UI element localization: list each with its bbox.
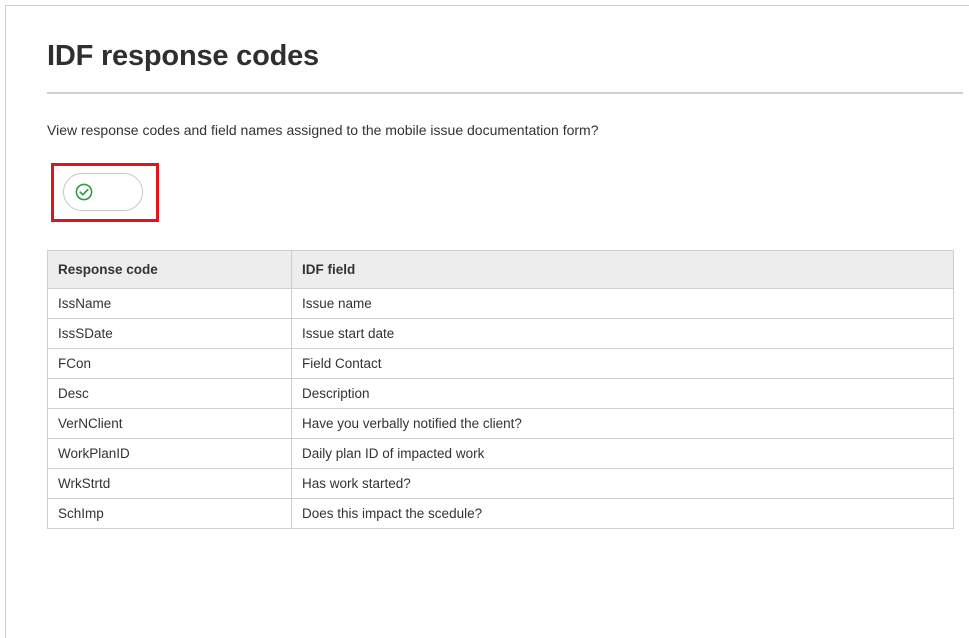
table-row: FCon Field Contact xyxy=(47,348,954,379)
idf-field-cell: Description xyxy=(291,378,954,409)
response-code-cell: WorkPlanID xyxy=(47,438,292,469)
table-row: WrkStrtd Has work started? xyxy=(47,468,954,499)
response-codes-table: Response code IDF field IssName Issue na… xyxy=(47,250,954,529)
idf-field-cell: Issue start date xyxy=(291,318,954,349)
column-header-idf-field: IDF field xyxy=(291,250,954,289)
response-code-cell: FCon xyxy=(47,348,292,379)
response-code-cell: IssSDate xyxy=(47,318,292,349)
response-code-cell: VerNClient xyxy=(47,408,292,439)
idf-field-cell: Does this impact the scedule? xyxy=(291,498,954,529)
idf-field-cell: Field Contact xyxy=(291,348,954,379)
table-row: IssName Issue name xyxy=(47,288,954,319)
response-code-cell: SchImp xyxy=(47,498,292,529)
title-divider xyxy=(47,92,963,94)
response-code-cell: WrkStrtd xyxy=(47,468,292,499)
table-row: WorkPlanID Daily plan ID of impacted wor… xyxy=(47,438,954,469)
response-codes-toggle[interactable] xyxy=(63,173,143,211)
intro-text: View response codes and field names assi… xyxy=(47,122,599,138)
table-row: Desc Description xyxy=(47,378,954,409)
page-title: IDF response codes xyxy=(47,40,319,72)
idf-field-cell: Issue name xyxy=(291,288,954,319)
table-row: SchImp Does this impact the scedule? xyxy=(47,498,954,529)
table-row: IssSDate Issue start date xyxy=(47,318,954,349)
table-row: VerNClient Have you verbally notified th… xyxy=(47,408,954,439)
response-code-cell: Desc xyxy=(47,378,292,409)
response-code-cell: IssName xyxy=(47,288,292,319)
idf-field-cell: Have you verbally notified the client? xyxy=(291,408,954,439)
table-header-row: Response code IDF field xyxy=(47,250,954,289)
idf-field-cell: Daily plan ID of impacted work xyxy=(291,438,954,469)
column-header-response-code: Response code xyxy=(47,250,292,289)
check-circle-icon xyxy=(75,183,93,201)
idf-field-cell: Has work started? xyxy=(291,468,954,499)
